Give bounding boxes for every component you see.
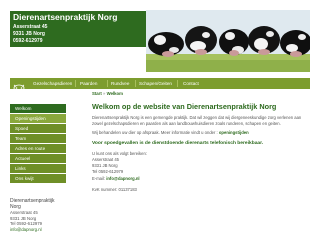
header-address-city: 9331 JB Norg [13,31,45,37]
contact-email-line: E-mail: info@dapnorg.nl [92,176,312,182]
email-link[interactable]: info@dapnorg.nl [106,176,139,181]
nav-paarden[interactable]: Paarden [80,78,97,89]
nav-schapen-geiten[interactable]: Schapen/Geiten [139,78,172,89]
sidebar-menu: Welkom Openingstijden Spoed Team Adres e… [10,104,66,184]
nav-gezelschapsdieren[interactable]: Gezelschapsdieren [33,78,72,89]
nav-divider [135,80,136,87]
main-content: Start » Welkom Welkom op de website van … [92,91,312,192]
nav-divider [75,80,76,87]
sidebar-item-actueel[interactable]: Actueel [10,154,66,164]
contact-info: U kunt ons als volgt bereiken: Asserstra… [92,151,312,182]
header-cows-photo [146,10,310,72]
sidebar-item-team[interactable]: Team [10,134,66,144]
appointment-paragraph: Wij behandelen uw dier op afspraak. Meer… [92,130,312,136]
main-navigation: Gezelschapsdieren Paarden Rundvee Schape… [10,78,310,92]
sidebar-item-adres-en-route[interactable]: Adres en route [10,144,66,154]
email-label: E-mail: [92,175,106,181]
page-title: Welkom op de website van Dierenartsenpra… [92,102,277,111]
sidebar-item-spoed[interactable]: Spoed [10,124,66,134]
appointment-text: Wij behandelen uw dier op afspraak. Meer… [92,130,218,136]
emergency-notice: Voor spoedgevallen is de dienstdoende di… [92,140,264,146]
site-header: Dierenartsenpraktijk Norg Asserstraat 45… [0,0,320,76]
breadcrumb-current[interactable]: Welkom [107,91,123,96]
sidebar-item-welkom[interactable]: Welkom [10,104,66,114]
breadcrumb: Start » Welkom [92,91,312,96]
site-title[interactable]: Dierenartsenpraktijk Norg [13,12,117,22]
intro-paragraph: Dierenartsenpraktijk Norg is een gemengd… [92,115,302,126]
sidebar-contact-email[interactable]: info@dapnorg.nl [10,227,66,233]
nav-contact[interactable]: Contact [183,78,199,89]
openingstijden-link[interactable]: openingstijden [219,130,249,135]
header-address: Asserstraat 45 9331 JB Norg 0592-612979 [10,23,146,47]
cow-logo-icon[interactable] [12,79,26,92]
sidebar-contact: Dierenartsenpraktijk Norg Asserstraat 45… [10,198,66,233]
nav-rundvee[interactable]: Rundvee [111,78,129,89]
sidebar-item-links[interactable]: Links [10,164,66,174]
kvk-number: KvK nummer: 01137183 [92,186,137,192]
header-address-street: Asserstraat 45 [13,24,48,30]
nav-divider [107,80,108,87]
breadcrumb-separator: » [103,91,106,96]
brand-bar: Dierenartsenpraktijk Norg [10,11,146,23]
breadcrumb-home[interactable]: Start [92,91,102,96]
header-address-phone: 0592-612979 [13,38,43,44]
nav-divider [177,80,178,87]
sidebar-item-ons-kwijt[interactable]: Ons kwijt [10,174,66,184]
sidebar-item-openingstijden[interactable]: Openingstijden [10,114,66,124]
